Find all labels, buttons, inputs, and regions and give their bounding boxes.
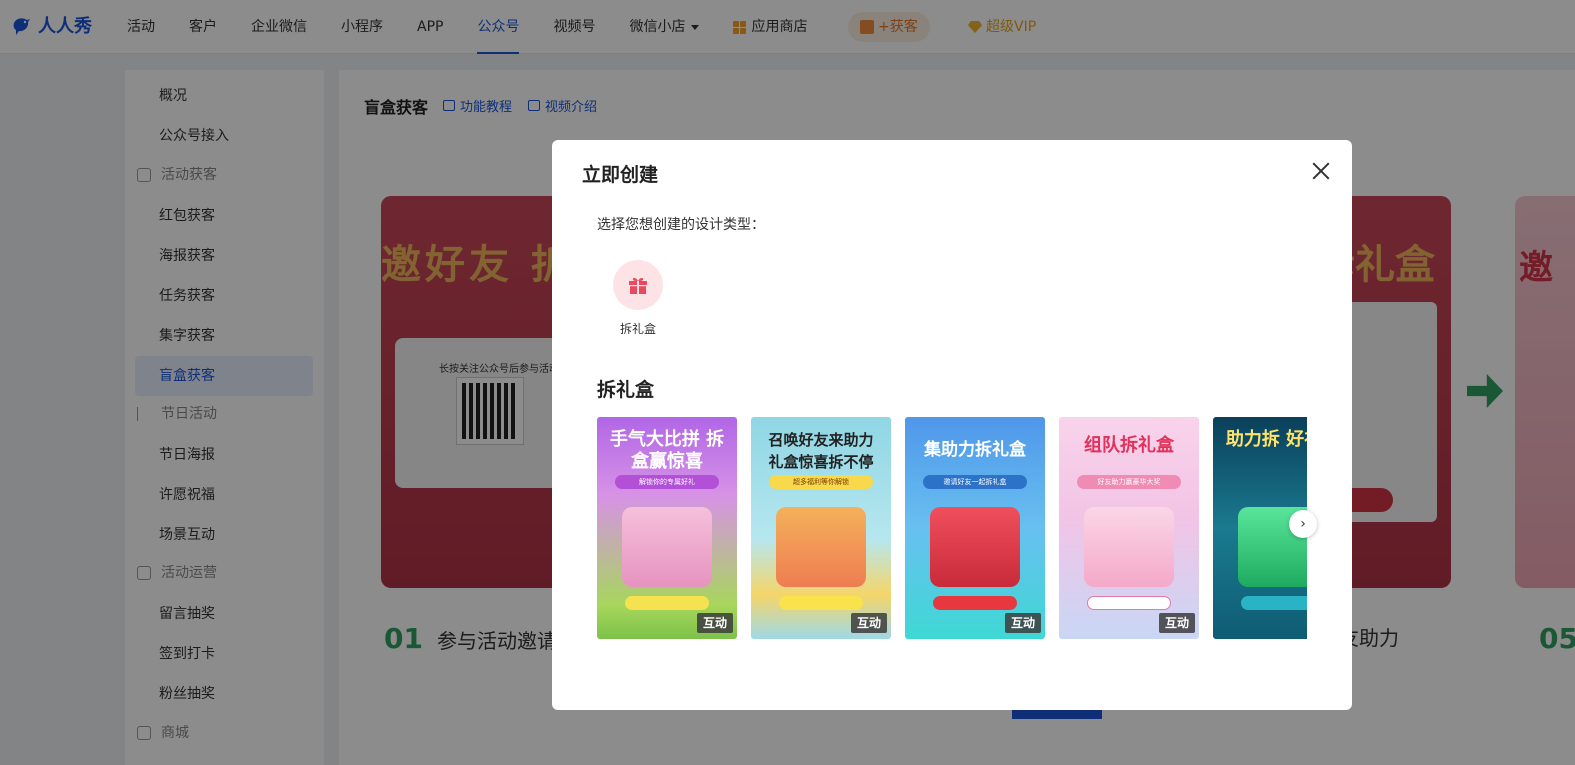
template-title: 集助力拆礼盒	[924, 440, 1026, 460]
interactive-badge: 互动	[850, 613, 887, 633]
template-card[interactable]: 召唤好友来助力 礼盒惊喜拆不停 超多福利等你解锁 互动	[751, 417, 891, 639]
template-card[interactable]: 手气大比拼 拆盒赢惊喜 解锁你的专属好礼 互动	[597, 417, 737, 639]
template-cta	[933, 596, 1017, 610]
template-cta	[625, 596, 709, 610]
template-subtitle: 解锁你的专属好礼	[615, 475, 719, 489]
create-modal: 立即创建 选择您想创建的设计类型： 拆礼盒 拆礼盒 手气大比拼 拆盒赢惊喜 解锁…	[552, 140, 1352, 710]
template-card[interactable]: 组队拆礼盒 好友助力赢豪华大奖 互动	[1059, 417, 1199, 639]
template-title: 组队拆礼盒	[1084, 435, 1174, 456]
template-subtitle: 超多福利等你解锁	[769, 475, 873, 489]
treasure-chest-image	[622, 507, 712, 587]
template-carousel: 手气大比拼 拆盒赢惊喜 解锁你的专属好礼 互动 召唤好友来助力 礼盒惊喜拆不停 …	[597, 417, 1307, 639]
gift-box-image	[776, 507, 866, 587]
type-label: 拆礼盒	[619, 322, 656, 336]
template-subtitle: 好友助力赢豪华大奖	[1077, 475, 1181, 489]
section-title: 拆礼盒	[597, 379, 655, 401]
close-icon[interactable]	[1312, 162, 1330, 180]
type-icon-circle	[613, 260, 663, 310]
template-title: 召唤好友来助力 礼盒惊喜拆不停	[768, 431, 874, 471]
carousel-next-button[interactable]: ›	[1289, 510, 1317, 538]
interactive-badge: 互动	[1158, 613, 1195, 633]
interactive-badge: 互动	[696, 613, 733, 633]
template-subtitle: 邀请好友一起拆礼盒	[923, 475, 1027, 489]
chevron-right-icon: ›	[1300, 516, 1306, 532]
template-card[interactable]: 集助力拆礼盒 邀请好友一起拆礼盒 互动	[905, 417, 1045, 639]
template-title: 手气大比拼 拆盒赢惊喜	[609, 429, 725, 472]
design-type-gift-box[interactable]: 拆礼盒	[613, 260, 663, 337]
interactive-badge: 互动	[1004, 613, 1041, 633]
template-title: 助力拆 好礼箱	[1225, 429, 1307, 450]
red-gift-image	[930, 507, 1020, 587]
gift-icon	[629, 277, 647, 294]
template-cta	[1087, 596, 1171, 610]
pink-gift-image	[1084, 507, 1174, 587]
template-cta	[779, 596, 863, 610]
modal-subtitle: 选择您想创建的设计类型：	[597, 217, 765, 233]
template-cta	[1241, 596, 1307, 610]
modal-title: 立即创建	[582, 164, 659, 186]
